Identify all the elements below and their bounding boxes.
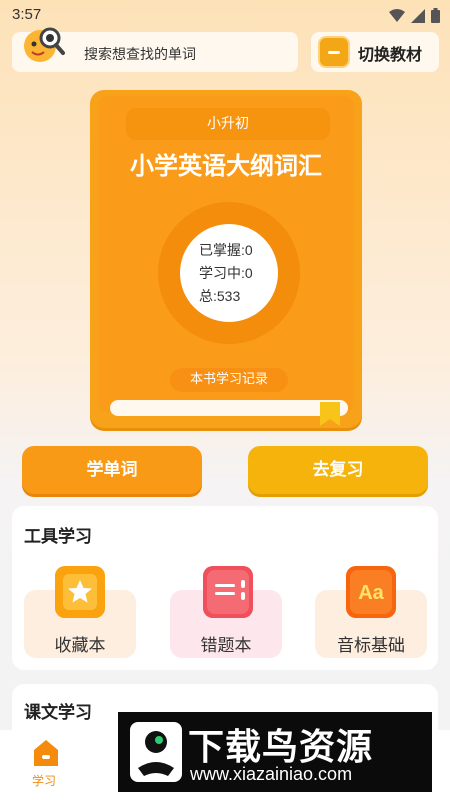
phonetics-aa-icon: Aa [346, 566, 396, 618]
signal-icon [411, 8, 425, 23]
battery-icon [431, 8, 440, 23]
status-bar: 3:57 [0, 0, 450, 30]
switch-textbook-icon [318, 36, 350, 68]
watermark-title: 下载鸟资源 [188, 727, 374, 768]
stat-mastered: 已掌握:0 [199, 242, 253, 258]
home-icon[interactable] [34, 740, 58, 766]
notebook-icon [203, 566, 253, 618]
status-icons [389, 8, 440, 23]
stat-total: 总:533 [199, 288, 241, 304]
wifi-icon [389, 8, 405, 22]
book-title: 小学英语大纲词汇 [130, 152, 322, 180]
mascot-magnifier-icon [24, 27, 65, 62]
star-icon [55, 566, 105, 618]
stat-learning: 学习中:0 [199, 265, 253, 281]
tools-section-title: 工具学习 [24, 527, 92, 547]
favorites-tool-label: 收藏本 [54, 636, 106, 656]
review-button[interactable]: 去复习 [248, 446, 428, 494]
watermark-url: www.xiazainiao.com [190, 764, 353, 784]
phonetics-tool-label: 音标基础 [337, 636, 405, 656]
mistakes-tool-label: 错题本 [200, 636, 252, 656]
book-level-badge: 小升初 [126, 108, 330, 140]
lessons-section-title: 课文学习 [24, 703, 92, 723]
learn-words-button[interactable]: 学单词 [22, 446, 202, 494]
nav-study-label[interactable]: 学习 [32, 772, 56, 789]
svg-text:Aa: Aa [358, 582, 384, 604]
search-placeholder: 搜索想查找的单词 [84, 47, 196, 63]
bird-logo-icon [130, 722, 182, 782]
bookmark-icon [320, 402, 340, 426]
switch-textbook-label: 切换教材 [358, 45, 423, 64]
book-page-edge [110, 400, 348, 416]
status-time: 3:57 [12, 6, 42, 23]
study-record-button[interactable]: 本书学习记录 [170, 368, 288, 392]
